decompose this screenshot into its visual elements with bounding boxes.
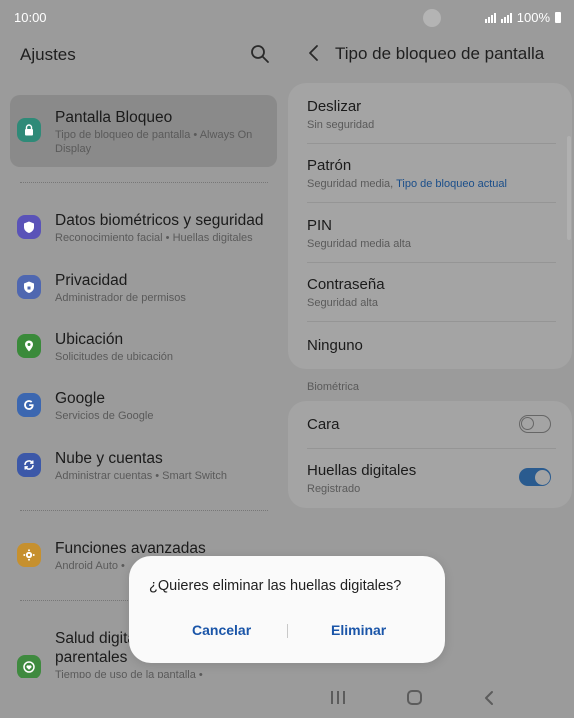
home-icon[interactable]: [407, 690, 422, 705]
sync-icon: [17, 453, 41, 477]
back-arrow-icon[interactable]: [305, 43, 323, 63]
location-pin-icon: [17, 334, 41, 358]
menu-item-title: Privacidad: [55, 272, 128, 289]
menu-item-subtitle: Administrar cuentas • Smart Switch: [55, 470, 227, 482]
status-icons: 100%: [484, 10, 561, 25]
divider: [307, 202, 556, 203]
option-pin[interactable]: PIN Seguridad media alta: [307, 217, 555, 250]
menu-item-title: Google: [55, 390, 105, 407]
puzzle-gear-icon: [17, 543, 41, 567]
cancel-button[interactable]: Cancelar: [192, 622, 251, 638]
option-title: Contraseña: [307, 276, 385, 293]
signal-icon: [484, 12, 496, 23]
lock-icon: [17, 118, 41, 142]
divider: [307, 448, 556, 449]
clock: 10:00: [14, 10, 47, 25]
option-fingerprints[interactable]: Huellas digitales Registrado: [307, 462, 555, 495]
option-title: Deslizar: [307, 98, 362, 115]
privacy-shield-icon: [17, 275, 41, 299]
option-title: Ninguno: [307, 337, 363, 354]
biometrics-card: Cara Huellas digitales Registrado: [288, 401, 572, 508]
menu-item-title-line2: parentales: [55, 649, 128, 666]
digital-wellbeing-icon: [17, 655, 41, 678]
screen-lock-type-title: Tipo de bloqueo de pantalla: [335, 44, 545, 63]
menu-item-subtitle: Reconocimiento facial • Huellas digitale…: [55, 232, 253, 244]
scrollbar[interactable]: [567, 136, 571, 240]
option-pattern[interactable]: Patrón Seguridad media, Tipo de bloqueo …: [307, 157, 555, 190]
dialog-button-divider: [287, 624, 288, 638]
option-title: Patrón: [307, 157, 352, 174]
menu-item-lock-screen[interactable]: Pantalla Bloqueo Tipo de bloqueo de pant…: [10, 95, 277, 167]
lock-type-options-card: Deslizar Sin seguridad Patrón Seguridad …: [288, 83, 572, 369]
option-swipe[interactable]: Deslizar Sin seguridad: [307, 98, 555, 131]
current-lock-type-label: Tipo de bloqueo actual: [396, 178, 507, 190]
battery-icon: [555, 12, 561, 23]
menu-item-subtitle: Solicitudes de ubicación: [55, 351, 174, 363]
menu-item-title: Pantalla Bloqueo: [55, 109, 173, 126]
status-bar: 10:00 100%: [0, 0, 574, 36]
toggle-knob: [534, 469, 550, 485]
battery-level: 100%: [516, 10, 550, 25]
signal-icon-2: [500, 12, 512, 23]
menu-item-title-line1: Salud digita: [55, 630, 137, 647]
fingerprints-toggle[interactable]: [519, 468, 551, 486]
back-icon[interactable]: [483, 690, 495, 706]
divider: [307, 143, 556, 144]
option-subtitle: Seguridad media alta: [307, 238, 411, 250]
menu-item-privacy[interactable]: Privacidad Administrador de permisos: [10, 266, 277, 310]
menu-item-title: Ubicación: [55, 331, 124, 348]
google-icon: [17, 393, 41, 417]
search-icon[interactable]: [250, 44, 270, 64]
menu-item-subtitle: Administrador de permisos: [55, 292, 186, 304]
settings-title: Ajustes: [20, 45, 76, 64]
option-title: Cara: [307, 416, 340, 433]
option-subtitle: Seguridad media, Tipo de bloqueo actual: [307, 178, 555, 190]
face-toggle[interactable]: [519, 415, 551, 433]
menu-item-location[interactable]: Ubicación Solicitudes de ubicación: [10, 325, 277, 369]
option-none[interactable]: Ninguno: [307, 337, 555, 354]
option-subtitle: Registrado: [307, 483, 361, 495]
divider: [20, 510, 268, 511]
menu-item-title: Datos biométricos y seguridad: [55, 212, 264, 229]
menu-item-cloud-accounts[interactable]: Nube y cuentas Administrar cuentas • Sma…: [10, 444, 277, 488]
delete-button[interactable]: Eliminar: [331, 622, 386, 638]
menu-item-biometrics[interactable]: Datos biométricos y seguridad Reconocimi…: [10, 206, 277, 250]
menu-item-subtitle: Tipo de bloqueo de pantalla • Always On …: [55, 129, 253, 155]
divider: [307, 262, 556, 263]
option-title: Huellas digitales: [307, 462, 417, 479]
biometric-section-header: Biométrica: [307, 381, 359, 393]
menu-item-google[interactable]: Google Servicios de Google: [10, 384, 277, 428]
divider: [307, 321, 556, 322]
delete-fingerprints-dialog: ¿Quieres eliminar las huellas digitales?…: [129, 556, 445, 663]
option-password[interactable]: Contraseña Seguridad alta: [307, 276, 555, 309]
shield-icon: [17, 215, 41, 239]
navigation-bar: [0, 678, 574, 718]
option-subtitle: Sin seguridad: [307, 119, 375, 131]
dialog-question: ¿Quieres eliminar las huellas digitales?: [149, 578, 402, 594]
option-title: PIN: [307, 217, 333, 234]
option-face[interactable]: Cara: [307, 416, 555, 433]
recent-apps-icon[interactable]: [331, 691, 345, 704]
menu-item-subtitle: Tiempo de uso de la pantalla •: [55, 669, 203, 678]
option-subtitle-text: Seguridad media,: [307, 178, 397, 190]
menu-item-subtitle: Servicios de Google: [55, 410, 154, 422]
toggle-knob: [521, 417, 534, 430]
camera-cutout: [423, 9, 441, 27]
divider: [20, 182, 268, 183]
menu-item-title: Nube y cuentas: [55, 450, 163, 467]
option-subtitle: Seguridad alta: [307, 297, 378, 309]
